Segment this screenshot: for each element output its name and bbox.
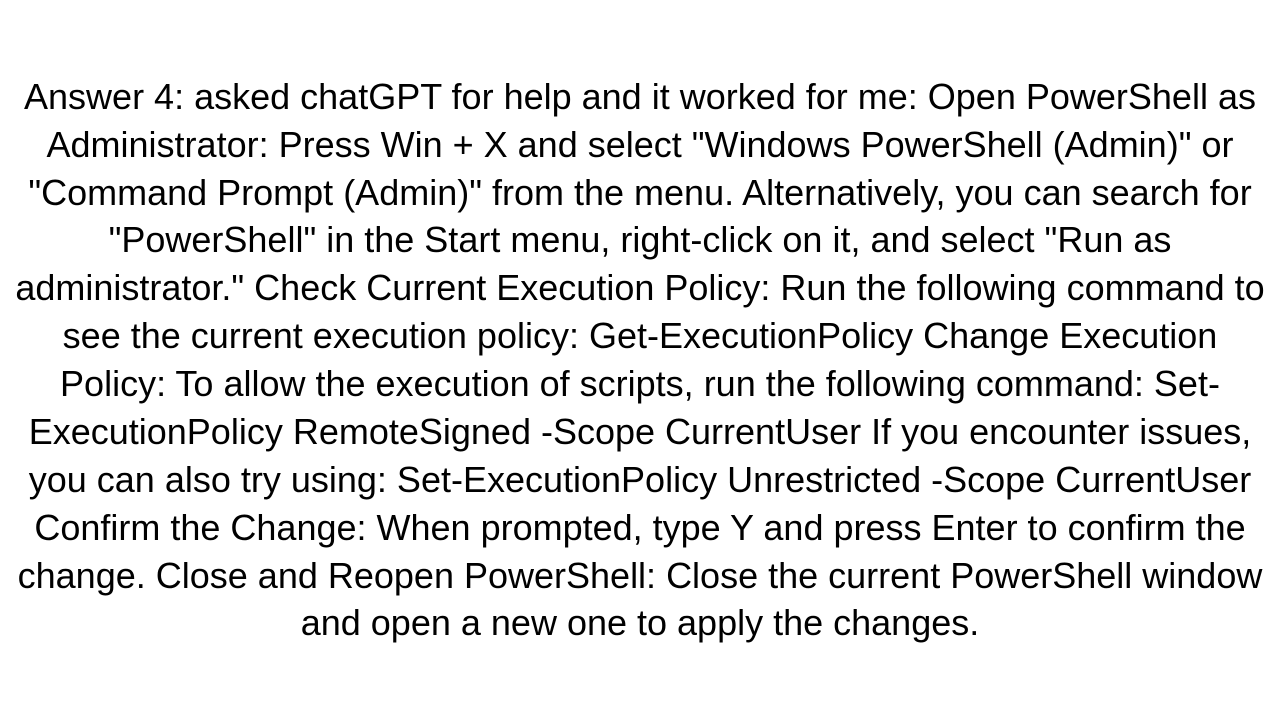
document-container: Answer 4: asked chatGPT for help and it … <box>0 0 1280 720</box>
document-body-text: Answer 4: asked chatGPT for help and it … <box>8 73 1272 648</box>
